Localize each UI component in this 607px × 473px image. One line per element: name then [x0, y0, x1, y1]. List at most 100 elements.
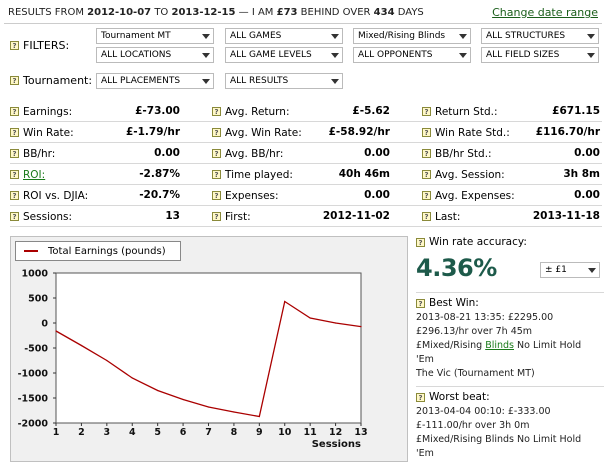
best-win-details: 2013-08-21 13:35: £2295.00 £296.13/hr ov…	[416, 311, 604, 381]
accuracy-range-select[interactable]: ± £1	[540, 262, 600, 278]
help-icon[interactable]: ?	[212, 128, 221, 137]
x-tick-label: 10	[278, 427, 292, 438]
stat-value: 40h 46m	[338, 168, 390, 180]
filter-games-select[interactable]: ALL GAMES	[225, 28, 343, 44]
stat-value: £116.70/hr	[535, 126, 600, 138]
chevron-down-icon	[202, 34, 210, 39]
earnings-data-point	[309, 317, 311, 319]
stat-value: 3h 8m	[563, 168, 600, 180]
x-tick-label: 2	[78, 427, 85, 438]
help-icon[interactable]: ?	[416, 237, 425, 247]
stat-value: -2.87%	[139, 168, 180, 180]
stat-value: -20.7%	[139, 189, 180, 201]
help-icon[interactable]: ?	[10, 41, 19, 50]
plot-area	[55, 272, 362, 424]
y-tick-label: -1500	[18, 394, 49, 405]
help-icon[interactable]: ?	[422, 128, 431, 137]
help-icon[interactable]: ?	[422, 191, 431, 200]
accuracy-label: Win rate accuracy:	[429, 236, 527, 248]
x-tick-label: 9	[256, 427, 263, 438]
y-tick-label: -2000	[18, 419, 49, 430]
tournament-results-select[interactable]: ALL RESULTS	[225, 73, 343, 89]
select-value: ALL STRUCTURES	[486, 31, 566, 41]
help-icon[interactable]: ?	[212, 149, 221, 158]
x-tick-label: 4	[129, 427, 136, 438]
filter-opponents-select[interactable]: ALL OPPONENTS	[353, 47, 471, 63]
select-value: ALL GAME LEVELS	[230, 50, 312, 60]
help-icon[interactable]: ?	[416, 298, 425, 308]
help-icon[interactable]: ?	[422, 107, 431, 116]
help-icon[interactable]: ?	[10, 170, 19, 179]
chevron-down-icon	[459, 53, 467, 58]
y-tick-label: -1000	[18, 369, 49, 380]
help-icon[interactable]: ?	[10, 191, 19, 200]
worst-beat-game-cont: 'Em	[416, 448, 434, 459]
x-tick-label: 7	[205, 427, 212, 438]
help-icon[interactable]: ?	[422, 212, 431, 221]
filter-game-levels-select[interactable]: ALL GAME LEVELS	[225, 47, 343, 63]
worst-beat-date: 2013-04-04 00:10: £-333.00	[416, 406, 551, 417]
earnings-data-point	[258, 415, 260, 418]
x-tick-label: 6	[180, 427, 187, 438]
stat-value: 13	[165, 210, 180, 222]
change-date-range-link[interactable]: Change date range	[492, 6, 602, 19]
stat-value: 0.00	[574, 147, 600, 159]
stats-row: ? BB/hr: 0.00 ? Avg. BB/hr: 0.00 ? BB/hr St…	[10, 143, 602, 164]
roi-link[interactable]: ROI:	[23, 169, 45, 181]
filter-field-sizes-select[interactable]: ALL FIELD SIZES	[481, 47, 599, 63]
earnings-data-point	[360, 326, 362, 328]
help-icon[interactable]: ?	[212, 191, 221, 200]
help-icon[interactable]: ?	[212, 107, 221, 116]
best-win-location: The Vic (Tournament MT)	[416, 368, 535, 379]
earnings-data-point	[55, 330, 57, 332]
tournament-placements-select[interactable]: ALL PLACEMENTS	[96, 73, 214, 89]
chevron-down-icon	[202, 53, 210, 58]
stat-label: First:	[225, 210, 251, 223]
stat-label: Last:	[435, 210, 461, 223]
y-tick-label: -500	[24, 344, 48, 355]
stat-label: Win Rate Std.:	[435, 126, 510, 139]
help-icon[interactable]: ?	[422, 149, 431, 158]
help-icon[interactable]: ?	[10, 107, 19, 116]
tournament-label-row: ? Tournament:	[10, 74, 92, 87]
stat-value: 0.00	[364, 189, 390, 201]
earnings-data-point	[207, 406, 210, 408]
to-date: 2013-12-15	[171, 7, 236, 18]
worst-beat-game: £Mixed/Rising Blinds No Limit Hold	[416, 434, 582, 445]
select-value: ALL RESULTS	[230, 76, 289, 86]
blinds-link[interactable]: Blinds	[485, 340, 514, 351]
help-icon[interactable]: ?	[10, 212, 19, 221]
game-text: £Mixed/Rising	[416, 340, 483, 351]
select-value: ALL LOCATIONS	[101, 50, 172, 60]
earnings-data-point	[157, 389, 159, 392]
stat-value: 0.00	[154, 147, 180, 159]
help-icon[interactable]: ?	[10, 149, 19, 158]
help-icon[interactable]: ?	[212, 212, 221, 221]
filter-locations-select[interactable]: ALL LOCATIONS	[96, 47, 214, 63]
x-tick-label: 12	[329, 427, 342, 438]
stats-row: ? ROI vs. DJIA: -20.7% ? Expenses: 0.00 ? A…	[10, 185, 602, 206]
stat-label: BB/hr:	[23, 147, 56, 160]
help-icon[interactable]: ?	[422, 170, 431, 179]
chevron-down-icon	[331, 34, 339, 39]
help-icon[interactable]: ?	[416, 392, 425, 402]
earnings-data-point	[182, 398, 184, 401]
help-icon[interactable]: ?	[10, 76, 19, 85]
help-icon[interactable]: ?	[10, 128, 19, 137]
help-icon[interactable]: ?	[212, 170, 221, 179]
right-panel: ? Win rate accuracy: 4.36% ± £1 ? Best W…	[416, 236, 604, 461]
select-value: ALL FIELD SIZES	[486, 50, 560, 60]
worst-beat-label: Worst beat:	[429, 391, 490, 403]
best-win-rate: £296.13/hr over 7h 45m	[416, 326, 533, 337]
days-text: DAYS	[397, 7, 424, 18]
filter-structures-select[interactable]: ALL STRUCTURES	[481, 28, 599, 44]
stats-row: ? Sessions: 13 ? First: 2012-11-02 ? Last: …	[10, 206, 602, 227]
earnings-data-point	[334, 322, 337, 324]
best-win-game-cont: 'Em	[416, 354, 434, 365]
best-win-header: ? Best Win:	[416, 297, 604, 309]
stat-value: £-1.79/hr	[125, 126, 180, 138]
mid-text: — I AM	[238, 7, 274, 18]
chevron-down-icon	[459, 34, 467, 39]
filter-game-type-select[interactable]: Tournament MT	[96, 28, 214, 44]
filter-blinds-select[interactable]: Mixed/Rising Blinds	[353, 28, 471, 44]
